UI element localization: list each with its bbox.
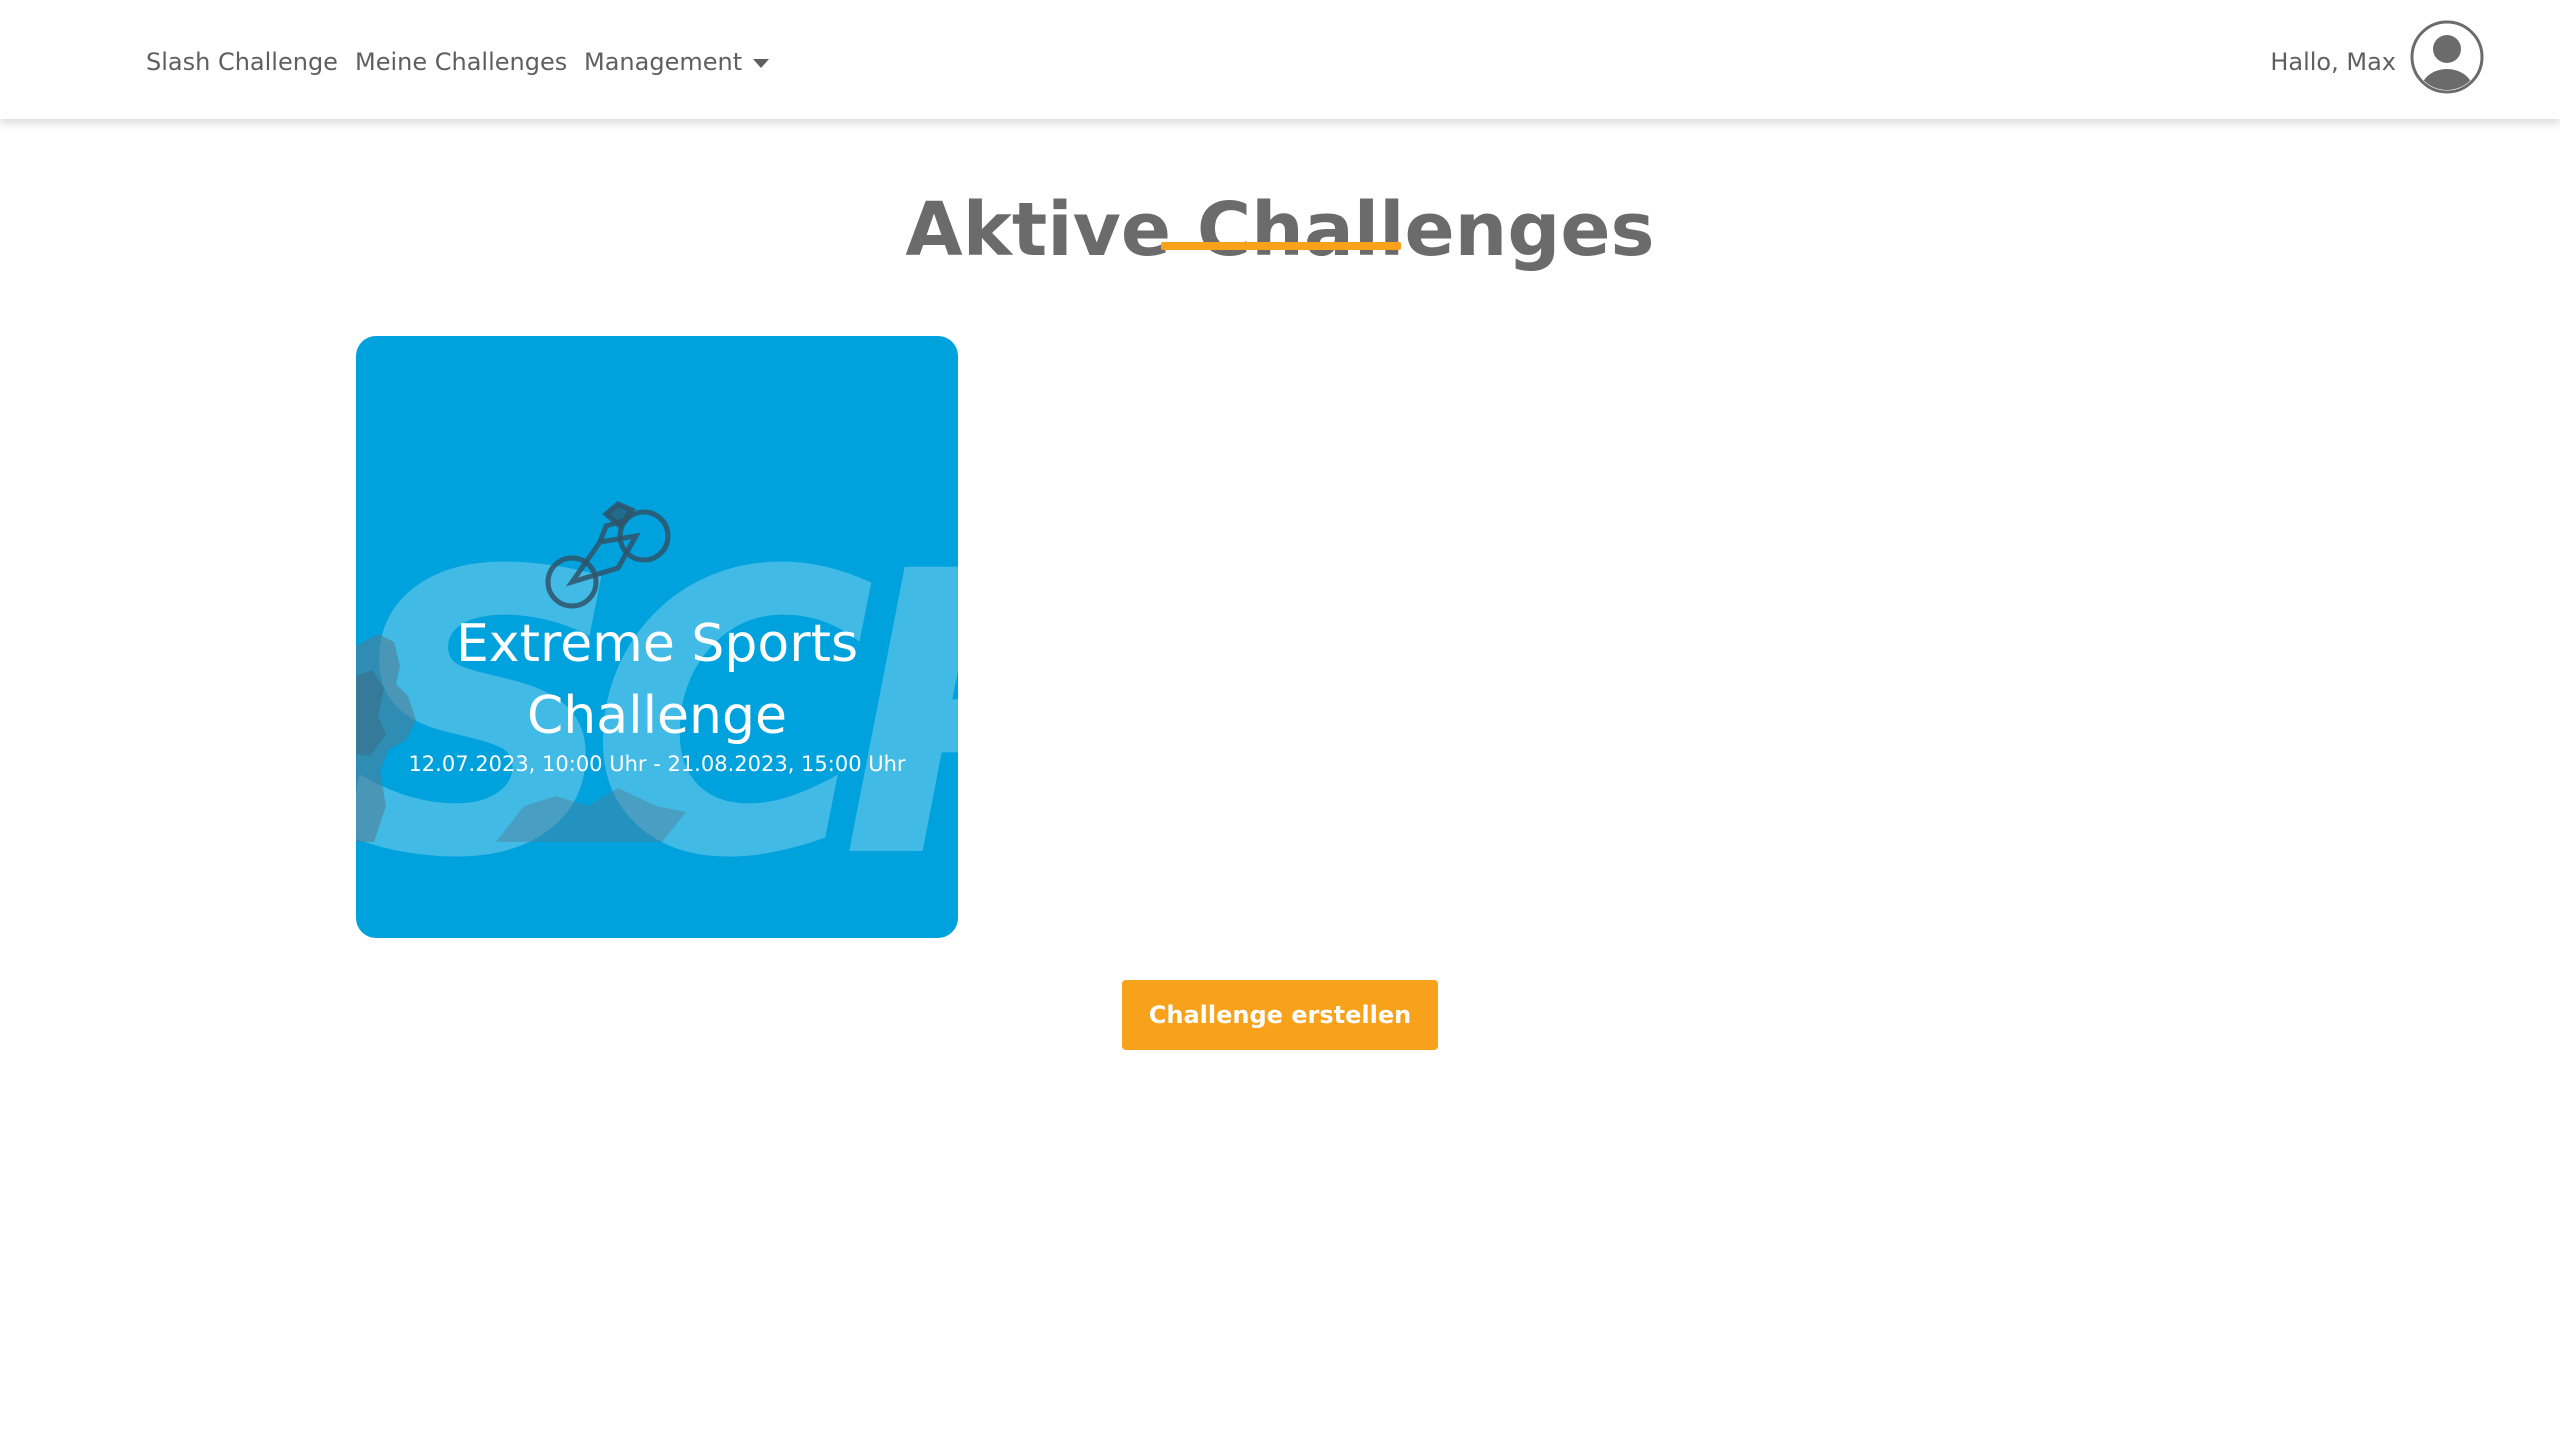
create-challenge-button[interactable]: Challenge erstellen [1122, 980, 1438, 1050]
page-title: Aktive Challenges [905, 186, 1655, 273]
challenge-card[interactable]: SCP Extreme Sports Challenge 12.07.2023,… [356, 336, 958, 938]
nav-meine-challenges[interactable]: Meine Challenges [355, 46, 567, 78]
user-greeting: Hallo, Max [2270, 48, 2396, 76]
chevron-down-icon [753, 58, 770, 68]
challenge-dates: 12.07.2023, 10:00 Uhr - 21.08.2023, 15:0… [408, 752, 906, 776]
title-underline [1161, 242, 1401, 250]
user-circle-icon[interactable] [2410, 20, 2484, 94]
nav-slash-challenge[interactable]: Slash Challenge [146, 46, 338, 78]
top-navbar: Slash Challenge Meine Challenges Managem… [0, 0, 2560, 119]
nav-management-label: Management [584, 48, 743, 76]
nav-management-dropdown[interactable]: Management [584, 46, 770, 78]
challenge-title: Extreme Sports Challenge [455, 614, 859, 746]
